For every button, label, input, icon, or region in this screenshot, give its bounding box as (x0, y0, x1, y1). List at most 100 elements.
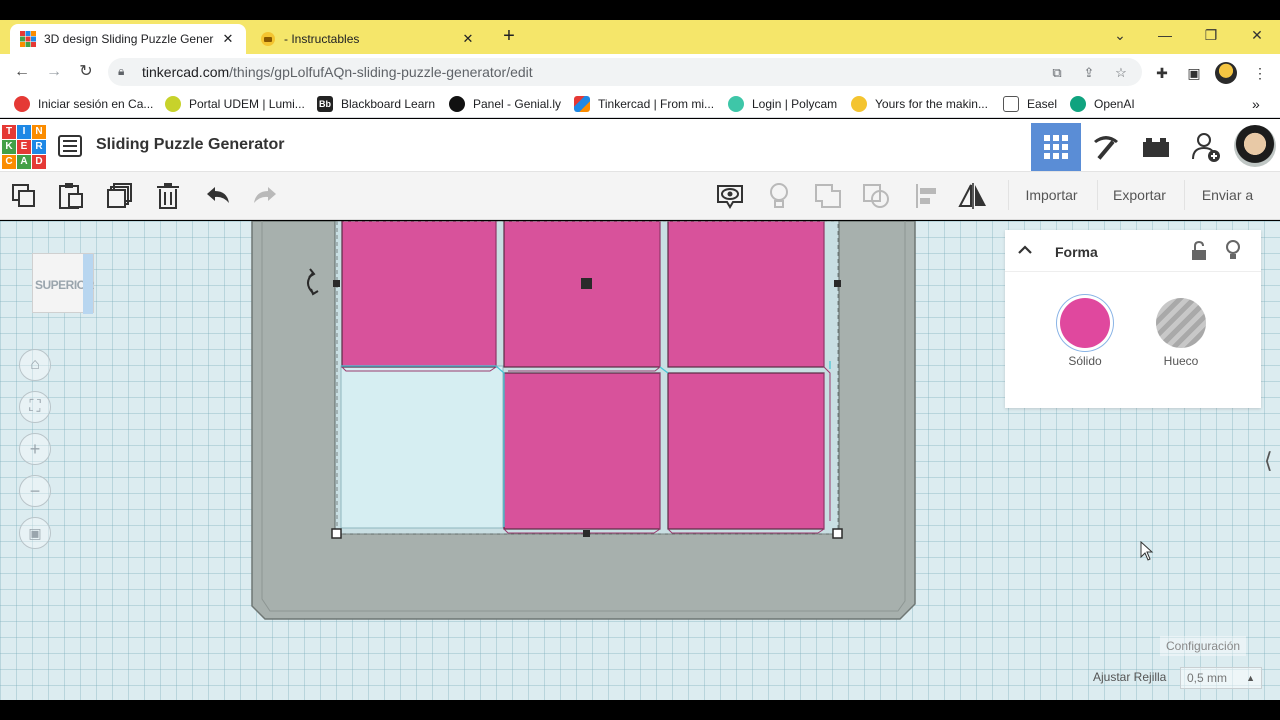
back-arrow-icon[interactable]: ← (10, 60, 34, 84)
lock-icon: 🔒︎ (118, 64, 125, 78)
puzzle-tile (503, 372, 661, 530)
zoom-out-icon[interactable]: − (19, 475, 51, 507)
bookmark-item[interactable]: Yours for the makin... (851, 95, 988, 113)
bookmarks-overflow-icon[interactable]: » (1252, 95, 1260, 113)
blocks-view-button[interactable] (1081, 123, 1131, 171)
puzzle-tile (341, 221, 497, 368)
3d-design-view-button[interactable] (1031, 123, 1081, 171)
zoom-in-icon[interactable]: + (19, 433, 51, 465)
bookmark-item[interactable]: Panel - Genial.ly (449, 95, 561, 113)
tinkercad-logo[interactable]: T I N K E R C A D (2, 125, 46, 169)
canvas-icon (14, 96, 30, 112)
grid-view-icon (1044, 135, 1068, 159)
show-all-button[interactable] (714, 180, 746, 212)
side-panel-icon[interactable]: ▣ (1184, 63, 1204, 83)
solid-color-swatch[interactable] (1060, 298, 1110, 348)
undo-button[interactable] (202, 180, 234, 212)
snap-grid-select[interactable]: 0,5 mm ▲ (1180, 667, 1262, 689)
logo-letter: I (17, 125, 31, 139)
send-to-button[interactable]: Enviar a (1184, 180, 1270, 210)
export-button[interactable]: Exportar (1097, 180, 1181, 210)
settings-button[interactable]: Configuración (1160, 636, 1247, 656)
add-user-icon (1192, 133, 1220, 162)
extensions-puzzle-icon[interactable]: ✚ (1152, 63, 1172, 83)
genially-icon (449, 96, 465, 112)
browser-toolbar: ← → ↻ 🔒︎ tinkercad.com/things/gpLolfufAQ… (0, 54, 1280, 90)
invite-user-button[interactable] (1181, 123, 1231, 171)
design-list-icon[interactable] (58, 135, 82, 157)
hide-button[interactable] (763, 180, 795, 212)
user-avatar[interactable] (1234, 125, 1276, 167)
logo-letter: A (17, 155, 31, 169)
align-button[interactable] (910, 180, 942, 212)
bookmark-item[interactable]: Bb Blackboard Learn (317, 95, 435, 113)
snap-grid-label: Ajustar Rejilla (1093, 670, 1167, 684)
udem-icon (165, 96, 181, 112)
unlock-icon[interactable] (1191, 241, 1207, 261)
tinkercad-icon (574, 96, 590, 112)
bookmark-item[interactable]: Easel (1003, 95, 1057, 113)
bookmark-item[interactable]: Iniciar sesión en Ca... (14, 95, 153, 113)
mouse-cursor-icon (1140, 541, 1154, 561)
close-window-icon[interactable]: ✕ (1242, 24, 1272, 46)
collapse-chevron-icon[interactable] (1017, 242, 1033, 258)
share-icon[interactable]: ⇪ (1080, 64, 1098, 82)
paste-button[interactable] (55, 180, 87, 212)
paste-icon (59, 183, 83, 209)
restore-icon[interactable]: ❐ (1196, 24, 1226, 46)
design-title[interactable]: Sliding Puzzle Generator (96, 136, 284, 154)
view-cube[interactable]: SUPERIOR (32, 253, 94, 314)
copy-button[interactable] (8, 180, 40, 212)
minimize-icon[interactable]: — (1150, 24, 1180, 46)
panel-toggle-chevron-icon[interactable]: ⟨ (1264, 448, 1273, 474)
lightbulb-icon (770, 183, 788, 208)
projection-icon[interactable]: ▣ (19, 517, 51, 549)
logo-letter: E (17, 140, 31, 154)
close-tab-icon[interactable]: ✕ (460, 31, 476, 47)
solid-label: Sólido (1068, 354, 1102, 368)
hole-swatch[interactable] (1156, 298, 1206, 348)
easel-icon (1003, 96, 1019, 112)
logo-letter: N (32, 125, 46, 139)
trash-icon (157, 183, 179, 209)
bricks-view-button[interactable] (1131, 123, 1181, 171)
import-button[interactable]: Importar (1008, 180, 1094, 210)
tinkercad-favicon-icon (20, 31, 36, 47)
inspector-title: Forma (1055, 244, 1098, 260)
redo-button[interactable] (249, 180, 281, 212)
bookmark-item[interactable]: Tinkercad | From mi... (574, 95, 714, 113)
mirror-button[interactable] (957, 180, 989, 212)
address-bar[interactable]: 🔒︎ tinkercad.com/things/gpLolfufAQn-slid… (108, 58, 1142, 86)
group-button[interactable] (812, 180, 844, 212)
close-tab-icon[interactable]: ✕ (220, 31, 236, 47)
brick-icon (1143, 138, 1169, 157)
delete-button[interactable] (152, 180, 184, 212)
new-tab-icon[interactable]: + (498, 26, 520, 48)
editor-toolbar: Importar Exportar Enviar a (0, 172, 1280, 220)
tab-instructables[interactable]: - Instructables ✕ (250, 24, 486, 54)
tab-search-chevron-icon[interactable]: ⌄ (1105, 24, 1135, 46)
home-view-icon[interactable]: ⌂ (19, 349, 51, 381)
corner-handle (331, 528, 342, 539)
inspector-header: Forma (1005, 230, 1261, 272)
open-in-app-icon[interactable]: ⧉ (1048, 64, 1066, 82)
bookmark-item[interactable]: OpenAI (1070, 95, 1135, 113)
tab-tinkercad[interactable]: 3D design Sliding Puzzle Generat ✕ (10, 24, 246, 54)
ungroup-button[interactable] (860, 180, 892, 212)
lightbulb-icon[interactable] (1225, 240, 1241, 262)
shape-inspector: Forma Sólido Hueco (1005, 230, 1261, 408)
forward-arrow-icon[interactable]: → (42, 60, 66, 84)
bookmark-item[interactable]: Login | Polycam (728, 95, 837, 113)
workplane[interactable]: SUPERIOR ⌂ ⛶ + − ▣ Forma Sólido Hueco ⟨ … (0, 221, 1280, 700)
chrome-menu-icon[interactable]: ⋮ (1250, 63, 1270, 83)
tab-title: 3D design Sliding Puzzle Generat (44, 32, 214, 46)
fit-view-icon[interactable]: ⛶ (19, 391, 51, 423)
profile-avatar[interactable] (1215, 62, 1237, 84)
align-icon (916, 184, 936, 208)
duplicate-button[interactable] (104, 180, 136, 212)
bookmark-item[interactable]: Portal UDEM | Lumi... (165, 95, 305, 113)
logo-letter: K (2, 140, 16, 154)
corner-handle (832, 528, 843, 539)
reload-icon[interactable]: ↻ (74, 60, 98, 84)
bookmark-star-icon[interactable]: ☆ (1112, 64, 1130, 82)
